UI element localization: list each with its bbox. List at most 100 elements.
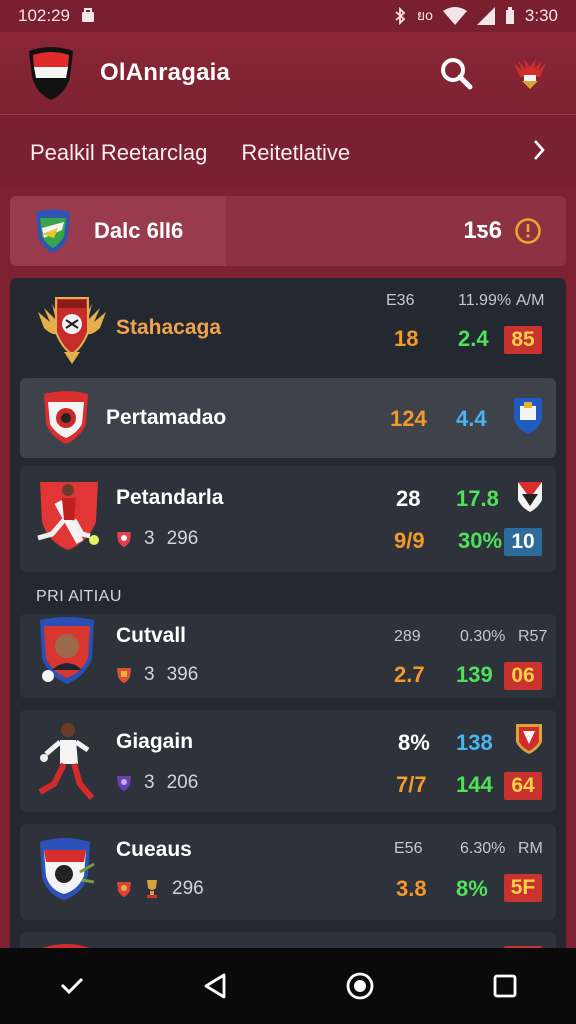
team-name: Pertamadao (106, 406, 227, 429)
list-item[interactable]: Cueaus 296 E56 6.30% RM 3.8 8% 5F (20, 824, 556, 920)
list-item[interactable]: Cutvall 3 396 289 0.30% R57 2.7 139 06 (20, 614, 556, 698)
search-button[interactable] (436, 53, 476, 93)
clock-icon[interactable] (514, 217, 542, 245)
stat-value-1: 3.8 (396, 876, 427, 901)
club-crest-icon (44, 391, 88, 444)
match-meta: 3 296 (116, 528, 198, 550)
stat-value-top-1: 28 (396, 486, 421, 511)
team-name: Stahacaga (116, 316, 222, 339)
match-number: 3 (144, 528, 155, 549)
status-time: 102:29 (18, 6, 70, 25)
mini-shield-icon (117, 776, 131, 791)
match-number: 3 (144, 772, 155, 793)
score-box: 06 (504, 662, 542, 690)
score-box: 64 (504, 772, 542, 800)
soccer-player-icon (38, 723, 95, 800)
stat-value-1: 7/7 (396, 772, 427, 797)
stat-value-2: 139 (456, 662, 493, 687)
check-icon[interactable] (59, 975, 85, 997)
player-crest-icon (37, 482, 99, 550)
list-item[interactable]: Petandarla 3 296 28 17.8 9/9 30% 10 (20, 466, 556, 572)
list-item[interactable]: Stahacaga E36 11.99% A/M 18 2.4 85 (20, 288, 556, 374)
stat-value-1: 124 (390, 406, 427, 431)
team-name: Cutvall (116, 624, 187, 647)
status-network-text: ยо (416, 7, 433, 23)
stat-value-top-1: 8% (398, 730, 430, 755)
stat-value-2: 2.4 (458, 326, 489, 351)
tab-scroll-arrow[interactable] (532, 138, 546, 168)
section-header: PRI AlTIAU (36, 588, 122, 605)
mini-shield-icon (117, 668, 131, 683)
app-title: OlAnragaia (100, 59, 231, 86)
match-value: 296 (166, 528, 199, 549)
chevron-right-icon (534, 139, 545, 160)
date-count: 1ƽ6 (463, 217, 502, 244)
bluetooth-icon (395, 7, 406, 25)
tab-1[interactable]: Reitetlativе (241, 140, 350, 166)
team-name: Cueaus (116, 838, 192, 861)
tab-0[interactable]: Pealkil Reetarclag (30, 140, 207, 166)
score-box: 10 (504, 528, 542, 556)
notification-icon (82, 8, 94, 22)
shield-logo-icon[interactable] (26, 45, 76, 101)
mini-shield-icon (117, 882, 131, 897)
stat-header-3: RM (518, 840, 543, 857)
status-bar: 102:29 ยо 3:30 (0, 0, 576, 32)
small-crest-icon (514, 398, 542, 434)
stat-value-2: 30% (458, 528, 503, 553)
app-bar: OlAnragaia (0, 32, 576, 114)
stat-value-top-2: 17.8 (456, 486, 499, 511)
trophy-icon (147, 880, 157, 898)
tab-bar: Pealkil Reetarclag Reitetlativе (0, 114, 576, 190)
stat-header-2: 0.30% (460, 628, 506, 645)
home-circle-icon[interactable] (345, 971, 375, 1001)
match-meta: 296 (116, 878, 204, 900)
small-crest-icon (518, 482, 542, 512)
back-triangle-icon[interactable] (202, 972, 228, 1000)
stat-value-1: 2.7 (394, 662, 425, 687)
team-name: Giagain (116, 730, 194, 753)
signal-icon (476, 7, 495, 25)
list-item[interactable]: Pertamadao 124 4.4 (20, 378, 556, 458)
mini-shield-icon (117, 532, 131, 547)
stat-value-1: 18 (394, 326, 419, 351)
match-number: 3 (144, 664, 155, 685)
stat-header-2: 6.30% (460, 840, 506, 857)
emblem-button[interactable] (510, 53, 550, 93)
small-crest-icon (516, 724, 542, 754)
winged-crest-icon (38, 297, 106, 364)
stat-value-2: 4.4 (456, 406, 487, 431)
stat-value-2: 8% (456, 876, 488, 901)
stat-header-3: A/M (516, 292, 545, 309)
stat-value-top-2: 138 (456, 730, 493, 755)
league-shield-icon (36, 209, 70, 253)
list-item[interactable]: Giagain 3 206 8% 138 7/7 144 64 (20, 710, 556, 812)
stat-header-3: R57 (518, 628, 548, 645)
stat-header-1: E36 (386, 292, 415, 309)
score-box: 85 (504, 326, 542, 354)
battery-icon (505, 7, 514, 24)
stat-header-2: 11.99% (458, 292, 512, 309)
status-clock: 3:30 (524, 6, 558, 25)
score-box: 5F (504, 874, 542, 902)
match-list-panel: Stahacaga E36 11.99% A/M 18 2.4 85 Perta… (10, 278, 566, 968)
recents-square-icon[interactable] (492, 973, 518, 999)
system-nav-bar (0, 948, 576, 1024)
stat-value-1: 9/9 (394, 528, 425, 553)
club-crest-icon (40, 838, 95, 900)
garuda-emblem-icon (514, 59, 546, 89)
match-value: 206 (166, 772, 199, 793)
match-meta: 3 206 (116, 772, 198, 794)
match-meta: 3 396 (116, 664, 198, 686)
team-name: Petandarla (116, 486, 224, 509)
date-filter-row[interactable]: Dalc 6lI6 1ƽ6 (10, 196, 566, 266)
date-label: Dalc 6lI6 (94, 218, 184, 243)
match-value: 296 (172, 878, 204, 899)
stat-value-2: 144 (456, 772, 493, 797)
match-value: 396 (166, 664, 199, 685)
stat-header-1: 289 (394, 628, 421, 645)
wifi-icon (442, 7, 467, 25)
player-crest-icon (40, 617, 94, 684)
search-icon (441, 58, 473, 90)
stat-header-1: E56 (394, 840, 423, 857)
